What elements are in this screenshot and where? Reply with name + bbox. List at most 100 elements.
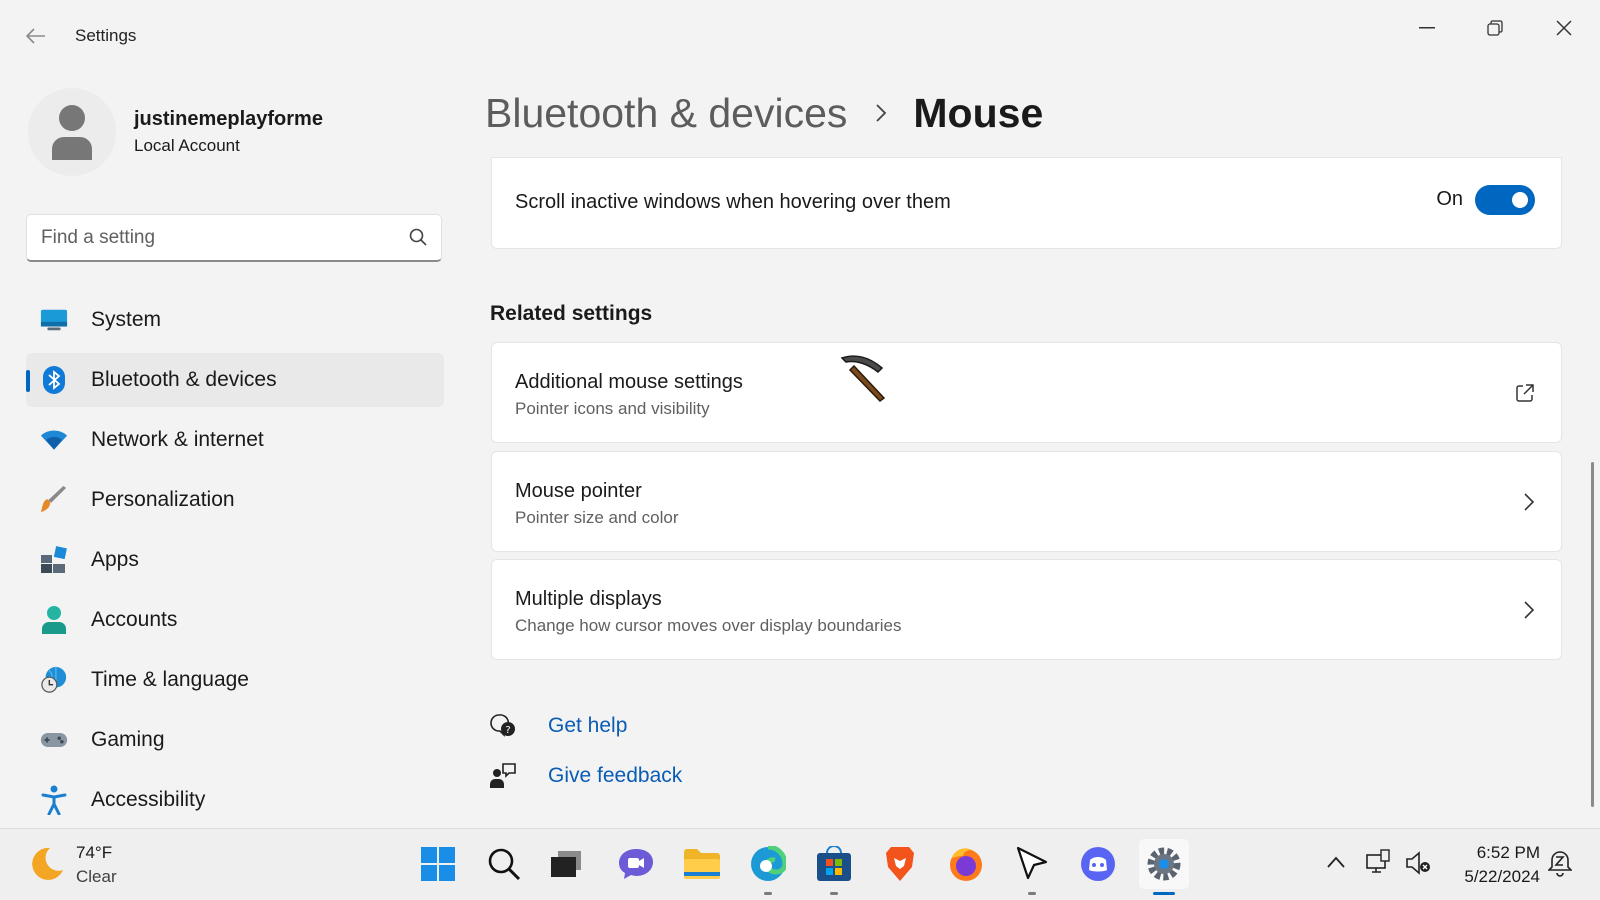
search-icon[interactable] <box>409 228 427 251</box>
user-profile[interactable]: justinemeplayforme Local Account <box>28 88 448 176</box>
scroll-inactive-toggle[interactable] <box>1475 185 1535 215</box>
apps-icon <box>40 546 68 574</box>
system-icon <box>40 306 68 334</box>
chevron-up-icon[interactable] <box>1326 855 1346 874</box>
chevron-right-icon <box>1523 492 1535 517</box>
card-subtitle: Pointer icons and visibility <box>515 399 710 418</box>
clock-time: 6:52 PM <box>1476 843 1540 862</box>
close-button[interactable] <box>1540 12 1588 44</box>
scrollbar[interactable] <box>1591 462 1594 807</box>
running-indicator <box>764 892 772 895</box>
card-subtitle: Pointer size and color <box>515 508 679 527</box>
brave-app[interactable] <box>875 839 925 889</box>
card-title: Mouse pointer <box>515 480 642 502</box>
sidebar-item-network-internet[interactable]: Network & internet <box>26 413 444 467</box>
selection-indicator <box>26 370 30 392</box>
gear-icon <box>1147 847 1181 881</box>
cursor-arrow-icon <box>1016 846 1048 880</box>
get-help-label[interactable]: Get help <box>548 714 627 738</box>
search-input[interactable] <box>41 225 391 251</box>
user-name: justinemeplayforme <box>134 108 323 130</box>
pickaxe-cursor-icon <box>836 352 888 407</box>
start-button[interactable] <box>413 839 463 889</box>
chat-icon <box>619 849 653 879</box>
back-button[interactable] <box>20 22 52 50</box>
edge-app[interactable] <box>743 839 793 895</box>
account-type: Local Account <box>134 136 240 155</box>
chat-app[interactable] <box>611 839 661 889</box>
sidebar-item-label: Accounts <box>91 608 178 631</box>
multiple-displays-card[interactable]: Multiple displays Change how cursor move… <box>491 559 1562 660</box>
moon-icon[interactable] <box>28 845 66 888</box>
sidebar-item-system[interactable]: System <box>26 293 444 347</box>
notification-bell-icon[interactable] <box>1547 849 1573 882</box>
weather-temp[interactable]: 74°F <box>76 843 112 863</box>
running-indicator <box>1028 892 1036 895</box>
task-view-button[interactable] <box>541 839 591 889</box>
help-chat-icon: ? <box>488 711 518 741</box>
sidebar-item-apps[interactable]: Apps <box>26 533 444 587</box>
restore-icon <box>1487 20 1503 36</box>
sidebar-item-label: Time & language <box>91 668 249 691</box>
close-icon <box>1556 20 1572 36</box>
title-bar: Settings <box>0 0 1600 72</box>
clock[interactable]: 6:52 PM 5/22/2024 <box>1440 841 1540 889</box>
running-indicator <box>830 892 838 895</box>
search-box[interactable] <box>26 214 442 262</box>
app-title: Settings <box>75 26 137 45</box>
additional-mouse-settings-card[interactable]: Additional mouse settings Pointer icons … <box>491 342 1562 443</box>
sidebar-item-accessibility[interactable]: Accessibility <box>26 773 444 827</box>
sidebar-item-label: System <box>91 308 162 331</box>
card-title: Additional mouse settings <box>515 371 743 393</box>
firefox-icon <box>950 848 982 881</box>
page-title: Mouse <box>913 89 1044 136</box>
network-display-icon[interactable] <box>1365 849 1391 880</box>
store-icon <box>817 846 851 881</box>
sidebar-nav: System Bluetooth & devices Network & int… <box>26 293 444 833</box>
avatar <box>28 88 116 176</box>
brave-lion-icon <box>886 847 914 881</box>
external-link-icon <box>1515 383 1535 408</box>
sidebar-item-gaming[interactable]: Gaming <box>26 713 444 767</box>
back-arrow-icon <box>26 28 45 44</box>
give-feedback-link[interactable]: Give feedback <box>488 758 682 794</box>
windows-logo-icon <box>421 847 455 881</box>
sidebar-item-label: Bluetooth & devices <box>91 368 277 391</box>
breadcrumb: Bluetooth & devices Mouse <box>485 88 1043 138</box>
restore-button[interactable] <box>1471 12 1519 44</box>
sidebar-item-label: Personalization <box>91 488 235 511</box>
task-view-icon <box>551 851 581 877</box>
cursor-app[interactable] <box>1007 839 1057 895</box>
weather-desc[interactable]: Clear <box>76 867 117 887</box>
speaker-muted-icon[interactable] <box>1405 851 1431 880</box>
active-app-indicator <box>1153 892 1175 895</box>
minimize-button[interactable] <box>1403 12 1451 44</box>
sidebar-item-time-language[interactable]: Time & language <box>26 653 444 707</box>
discord-app[interactable] <box>1073 839 1123 889</box>
gamepad-icon <box>40 726 68 754</box>
chevron-right-icon <box>875 103 887 123</box>
file-explorer-app[interactable] <box>677 839 727 889</box>
toggle-knob <box>1512 192 1528 208</box>
sidebar-item-label: Gaming <box>91 728 165 751</box>
feedback-icon <box>488 761 518 791</box>
give-feedback-label[interactable]: Give feedback <box>548 764 682 788</box>
store-app[interactable] <box>809 839 859 895</box>
sidebar-item-personalization[interactable]: Personalization <box>26 473 444 527</box>
card-title: Multiple displays <box>515 588 662 610</box>
toggle-state-label: On <box>1436 188 1463 210</box>
edge-icon <box>751 846 786 881</box>
mouse-pointer-card[interactable]: Mouse pointer Pointer size and color <box>491 451 1562 552</box>
settings-app[interactable] <box>1139 839 1189 895</box>
firefox-app[interactable] <box>941 839 991 889</box>
search-icon <box>488 848 521 881</box>
sidebar-item-bluetooth-devices[interactable]: Bluetooth & devices <box>26 353 444 407</box>
sidebar-item-label: Network & internet <box>91 428 264 451</box>
breadcrumb-parent[interactable]: Bluetooth & devices <box>485 90 847 137</box>
sidebar-item-label: Accessibility <box>91 788 206 811</box>
sidebar-item-accounts[interactable]: Accounts <box>26 593 444 647</box>
get-help-link[interactable]: ? Get help <box>488 708 627 744</box>
svg-text:?: ? <box>505 725 510 736</box>
taskbar-search-button[interactable] <box>479 839 529 889</box>
chevron-right-icon <box>1523 600 1535 625</box>
